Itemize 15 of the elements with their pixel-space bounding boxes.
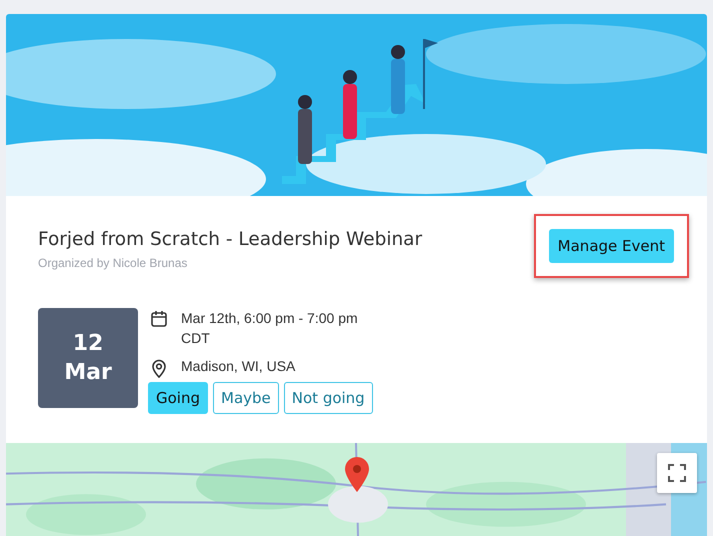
fullscreen-button[interactable]	[657, 453, 697, 493]
event-title: Forjed from Scratch - Leadership Webinar	[38, 229, 422, 250]
fullscreen-icon	[668, 464, 686, 482]
rsvp-button[interactable]: Maybe	[213, 382, 279, 414]
event-time-text: Mar 12th, 6:00 pm - 7:00 pm CDT	[181, 309, 359, 348]
location-text: Madison, WI, USA	[181, 357, 296, 376]
rsvp-button[interactable]: Going	[148, 382, 208, 414]
date-day: 12	[72, 331, 104, 356]
location-pin-icon	[150, 358, 168, 378]
date-month: Mar	[64, 360, 112, 385]
calendar-icon	[150, 310, 168, 328]
map-pin-icon	[344, 457, 370, 493]
organizer-text: Organized by Nicole Brunas	[38, 256, 188, 270]
rsvp-button[interactable]: Not going	[284, 382, 373, 414]
manage-event-button[interactable]: Manage Event	[548, 229, 674, 263]
